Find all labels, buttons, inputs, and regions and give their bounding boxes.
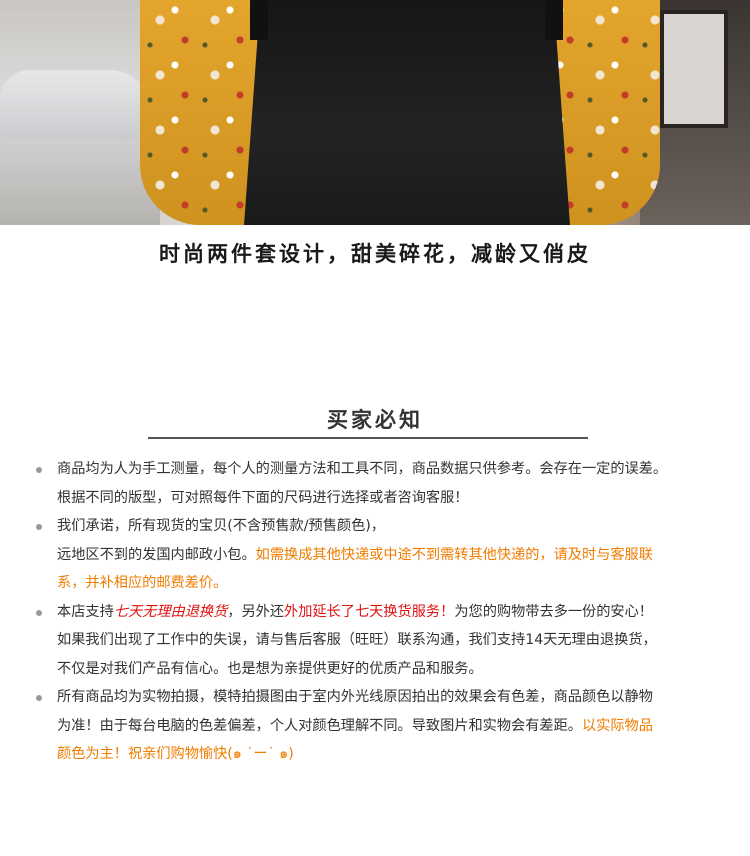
bullet-dot [36,467,42,473]
notice-text-line: 本店支持七天无理由退换货，另外还外加延长了七天换货服务！为您的购物带去多一份的安… [57,598,726,627]
notice-text: 所有商品均为实物拍摄，模特拍摄图由于室内外光线原因拍出的效果会有色差，商品颜色以… [57,689,653,705]
notice-item-color-difference: 所有商品均为实物拍摄，模特拍摄图由于室内外光线原因拍出的效果会有色差，商品颜色以… [36,683,726,769]
notice-text: ，另外还 [227,603,285,620]
notice-item-measurement: 商品均为人为手工测量，每个人的测量方法和工具不同，商品数据只供参考。会存在一定的… [36,455,726,512]
notice-highlight-red-italic: 七天无理由退换货 [113,603,228,620]
bullet-dot [36,695,42,701]
dress-strap-left [250,0,268,40]
bullet-dot [36,609,42,616]
notice-highlight-orange: 颜色为主！祝亲们购物愉快(๑ ˙ー˙ ๑) [57,746,294,762]
notice-highlight-red: 外加延长了七天换货服务！ [284,603,455,620]
notice-item-shipping: 我们承诺，所有现货的宝贝(不含预售款/预售颜色)， 远地区不到的发国内邮政小包。… [36,512,726,598]
notice-text: 为您的购物带去多一份的安心！ [454,603,653,620]
notice-text: 根据不同的版型，可对照每件下面的尺码进行选择或者咨询客服！ [57,489,469,506]
buyer-notice-list: 商品均为人为手工测量，每个人的测量方法和工具不同，商品数据只供参考。会存在一定的… [36,455,726,769]
bullet-dot [36,524,42,530]
notice-text-line: 远地区不到的发国内邮政小包。如需换成其他快递或中途不到需转其他快递的，请及时与客… [57,541,726,570]
product-tagline: 时尚两件套设计，甜美碎花，减龄又俏皮 [159,242,591,266]
photo-window-pane [660,10,728,128]
buyer-notice-title: 买家必知 [327,408,423,432]
notice-text: 如果我们出现了工作中的失误，请与售后客服（旺旺）联系沟通，我们支持14天无理由退… [57,632,657,648]
notice-text: 为准！由于每台电脑的色差偏差，个人对颜色理解不同。导致图片和实物会有差距。 [57,717,582,734]
notice-highlight-orange: 系，并补相应的邮费差价。 [57,575,228,591]
photo-background-car [0,70,150,140]
notice-text: 本店支持 [57,603,114,620]
notice-text: 我们承诺，所有现货的宝贝(不含预售款/预售颜色)， [57,518,385,534]
notice-text: 商品均为人为手工测量，每个人的测量方法和工具不同，商品数据只供参考。会存在一定的… [57,461,668,477]
notice-text: 不仅是对我们产品有信心。也是想为亲提供更好的优质产品和服务。 [57,660,483,677]
notice-highlight-orange: 如需换成其他快递或中途不到需转其他快递的，请及时与客服联 [255,546,653,563]
title-divider [148,437,588,439]
notice-text: 远地区不到的发国内邮政小包。 [57,546,256,563]
product-photo [0,0,750,225]
notice-text-line: 为准！由于每台电脑的色差偏差，个人对颜色理解不同。导致图片和实物会有差距。以实际… [57,712,726,741]
notice-highlight-orange: 以实际物品 [581,717,653,734]
black-overdress [244,0,570,225]
notice-item-returns: 本店支持七天无理由退换货，另外还外加延长了七天换货服务！为您的购物带去多一份的安… [36,598,726,684]
dress-strap-right [545,0,563,40]
